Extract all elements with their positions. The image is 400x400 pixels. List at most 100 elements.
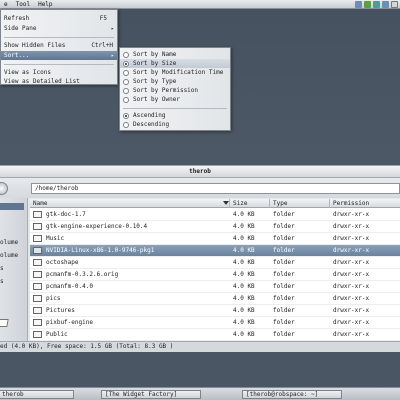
column-type-header[interactable]: Type <box>270 199 330 208</box>
sort-by-permission-option[interactable]: Sort by Permission <box>120 86 230 95</box>
menu-item-label: Show Hidden Files <box>4 42 66 49</box>
task-terminal[interactable]: [therob@robspace: ~] <box>242 390 342 399</box>
file-size: 4.0 KB <box>233 331 255 338</box>
file-type: folder <box>273 307 295 314</box>
back-button[interactable] <box>0 182 8 195</box>
sort-by-owner-option[interactable]: Sort by Owner <box>120 95 230 104</box>
menu-item-label: Side Pane <box>4 25 37 32</box>
file-name: pcmanfm-0.4.0 <box>46 283 93 290</box>
menu-item-label: View as Icons <box>4 69 51 76</box>
task-widget-factory[interactable]: [The Widget Factory] <box>101 390 201 399</box>
file-size: 4.0 KB <box>233 295 255 302</box>
file-manager-window: therob /home/therob olume olume s s Name… <box>0 165 400 352</box>
sort-by-type-option[interactable]: Sort by Type <box>120 77 230 86</box>
file-permission: drwxr-xr-x <box>333 211 370 218</box>
file-row[interactable]: pcmanfm-0.3.2.6.orig 4.0 KB folder drwxr-xr… <box>30 269 400 281</box>
sort-by-size-option[interactable]: Sort by Size <box>120 59 230 68</box>
folder-icon <box>33 211 42 218</box>
file-name: pixbuf-engine <box>46 319 93 326</box>
file-row[interactable]: Public 4.0 KB folder drwxr-xr-x <box>30 329 400 341</box>
file-row[interactable]: gtk-doc-1.7 4.0 KB folder drwxr-xr-x <box>30 209 400 221</box>
file-type: folder <box>273 283 295 290</box>
menu-item-side-pane[interactable]: Side Pane ▸ <box>1 24 117 33</box>
sidepane-item[interactable]: s <box>0 278 4 285</box>
file-permission: drwxr-xr-x <box>333 247 370 254</box>
sort-by-name-option[interactable]: Sort by Name <box>120 50 230 59</box>
tray-icon-2[interactable] <box>364 1 371 8</box>
sort-submenu: Sort by Name Sort by Size Sort by Modifi… <box>119 47 231 131</box>
location-field[interactable]: /home/therob <box>31 183 400 194</box>
side-pane: olume olume s s <box>0 198 28 341</box>
task-therob[interactable]: therob <box>0 390 74 399</box>
menu-item-label: Sort... <box>4 52 30 59</box>
option-label: Descending <box>133 121 170 128</box>
sort-by-mtime-option[interactable]: Sort by Modification Time <box>120 68 230 77</box>
file-size: 4.0 KB <box>233 211 255 218</box>
menu-edit[interactable]: e <box>0 1 12 8</box>
file-row[interactable]: pics 4.0 KB folder drwxr-xr-x <box>30 293 400 305</box>
folder-icon <box>33 259 42 266</box>
tray-icon-4[interactable] <box>382 1 389 8</box>
option-label: Ascending <box>133 112 166 119</box>
file-type: folder <box>273 295 295 302</box>
file-size: 4.0 KB <box>233 247 255 254</box>
menu-item-label: View as Detailed List <box>4 78 80 85</box>
menu-item-view-detailed[interactable]: View as Detailed List <box>1 77 117 86</box>
radio-icon <box>123 96 129 103</box>
file-row[interactable]: octoshape 4.0 KB folder drwxr-xr-x <box>30 257 400 269</box>
file-permission: drwxr-xr-x <box>333 283 370 290</box>
option-label: Sort by Type <box>133 78 177 85</box>
menu-item-sort[interactable]: Sort... ▸ <box>1 51 117 60</box>
menu-separator <box>4 37 114 38</box>
menu-item-accel: Ctrl+H <box>91 42 113 49</box>
radio-icon <box>123 51 129 58</box>
file-type: folder <box>273 259 295 266</box>
folder-icon <box>33 331 42 338</box>
file-row[interactable]: pixbuf-engine 4.0 KB folder drwxr-xr-x <box>30 317 400 329</box>
window-title[interactable]: therob <box>0 166 400 178</box>
file-row[interactable]: gtk-engine-experience-0.10.4 4.0 KB folder… <box>30 221 400 233</box>
file-permission: drwxr-xr-x <box>333 295 370 302</box>
file-name: octoshape <box>46 259 79 266</box>
tray-icon-3[interactable] <box>373 1 380 8</box>
file-permission: drwxr-xr-x <box>333 331 370 338</box>
file-size: 4.0 KB <box>233 271 255 278</box>
tray-icon-1[interactable] <box>355 1 362 8</box>
radio-icon <box>123 112 129 119</box>
file-name: NVIDIA-Linux-x86-1.0-9746-pkg1 <box>46 247 155 254</box>
folder-icon <box>33 283 42 290</box>
menu-item-show-hidden[interactable]: Show Hidden Files Ctrl+H <box>1 41 117 50</box>
folder-icon <box>33 235 42 242</box>
sort-arrow-icon <box>223 201 229 205</box>
taskbar: therob [The Widget Factory] [therob@robs… <box>0 387 400 400</box>
option-label: Sort by Size <box>133 60 177 67</box>
menu-separator <box>123 108 227 109</box>
column-permission-header[interactable]: Permission <box>330 199 400 208</box>
menu-separator <box>4 64 114 65</box>
menu-tool[interactable]: Tool <box>12 1 34 8</box>
file-permission: drwxr-xr-x <box>333 307 370 314</box>
column-name-header[interactable]: Name <box>30 199 230 208</box>
folder-icon <box>33 247 42 254</box>
file-row[interactable]: Music 4.0 KB folder drwxr-xr-x <box>30 233 400 245</box>
menu-item-refresh[interactable]: Refresh F5 <box>1 14 117 23</box>
sidepane-item-volume[interactable]: olume <box>0 252 18 259</box>
descending-option[interactable]: Descending <box>120 120 230 129</box>
file-type: folder <box>273 319 295 326</box>
menu-help[interactable]: Help <box>34 1 56 8</box>
sidepane-selected-item[interactable] <box>0 203 24 210</box>
file-row[interactable]: Pictures 4.0 KB folder drwxr-xr-x <box>30 305 400 317</box>
sidepane-item-volume[interactable]: olume <box>0 239 18 246</box>
file-size: 4.0 KB <box>233 259 255 266</box>
file-row[interactable]: NVIDIA-Linux-x86-1.0-9746-pkg1 4.0 KB fold… <box>30 245 400 257</box>
file-name: Music <box>46 235 65 242</box>
column-size-header[interactable]: Size <box>230 199 270 208</box>
file-permission: drwxr-xr-x <box>333 271 370 278</box>
sidepane-item[interactable]: s <box>0 265 4 272</box>
file-type: folder <box>273 271 295 278</box>
file-row[interactable]: pcmanfm-0.4.0 4.0 KB folder drwxr-xr-x <box>30 281 400 293</box>
tray-icon-5[interactable] <box>391 1 398 8</box>
menu-item-view-icons[interactable]: View as Icons <box>1 68 117 77</box>
file-size: 4.0 KB <box>233 235 255 242</box>
ascending-option[interactable]: Ascending <box>120 111 230 120</box>
